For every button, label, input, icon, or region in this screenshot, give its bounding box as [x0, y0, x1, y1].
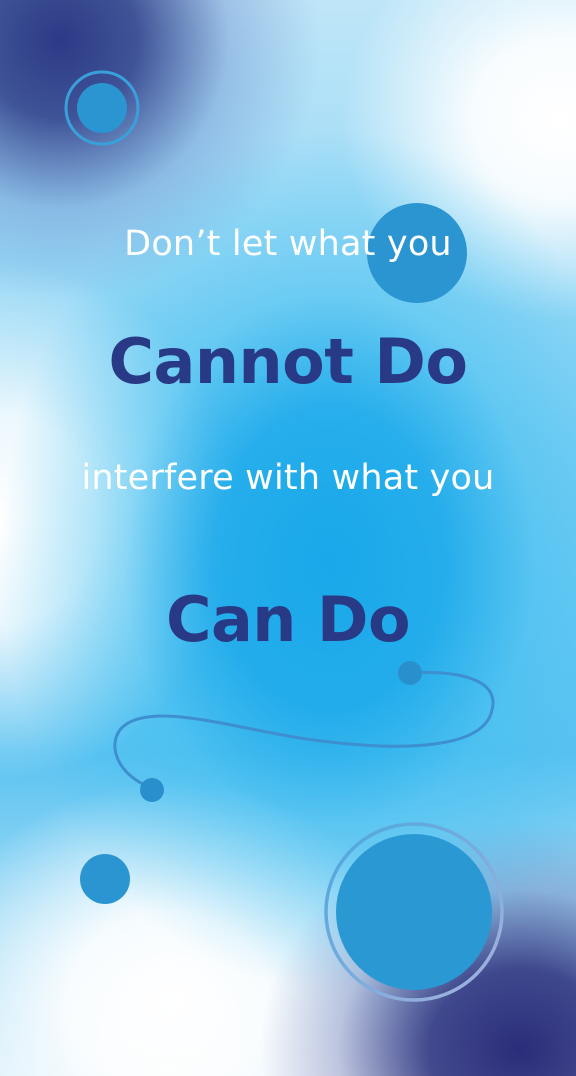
quote-emphasis-can-do: Can Do [165, 583, 411, 656]
small-circle-bottom-left [80, 854, 130, 904]
quote-emphasis-cannot-do: Cannot Do [108, 325, 469, 398]
quote-line-1: Don’t let what you [124, 224, 452, 264]
quote-poster: Don’t let what you Cannot Do interfere w… [0, 0, 576, 1076]
ringed-circle-top-left [64, 70, 140, 146]
ringed-circle-bottom-right [324, 822, 504, 1002]
curved-line-connector [113, 661, 495, 802]
quote-line-3: interfere with what you [81, 458, 495, 498]
